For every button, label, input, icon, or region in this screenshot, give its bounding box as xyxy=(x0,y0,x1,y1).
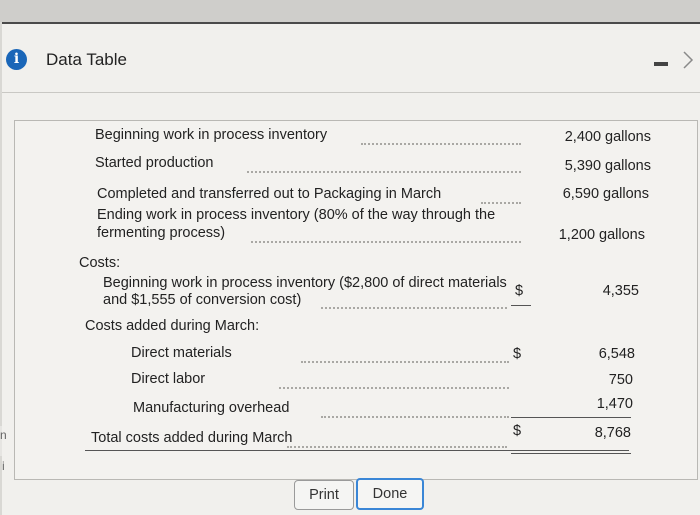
leader-dots xyxy=(279,387,509,389)
cost-value-total-added: 8,768 xyxy=(594,425,631,441)
cost-label-beginning-wip-line1: Beginning work in process inventory ($2,… xyxy=(103,275,507,291)
leader-dots xyxy=(287,446,507,448)
row-label-completed: Completed and transferred out to Packagi… xyxy=(97,186,442,202)
row-label-ending-wip-line2: fermenting process) xyxy=(97,225,226,241)
leader-dots xyxy=(361,143,521,145)
dialog-header: i Data Table xyxy=(2,24,700,94)
leader-dots xyxy=(321,416,509,418)
info-icon: i xyxy=(6,49,27,70)
background-edge-text: n xyxy=(0,428,7,442)
leader-dots xyxy=(247,171,521,173)
underline xyxy=(85,450,629,451)
currency-symbol: $ xyxy=(515,283,524,299)
currency-symbol: $ xyxy=(513,346,522,362)
underline xyxy=(511,305,531,306)
cost-value-manufacturing-overhead: 1,470 xyxy=(596,396,633,412)
cost-label-direct-materials: Direct materials xyxy=(131,345,232,361)
data-table: Beginning work in process inventory 2,40… xyxy=(14,120,698,480)
cost-label-direct-labor: Direct labor xyxy=(131,371,206,387)
costs-added-heading: Costs added during March: xyxy=(85,318,260,334)
dialog-title: Data Table xyxy=(46,50,127,69)
leader-dots xyxy=(321,307,507,309)
row-label-ending-wip-line1: Ending work in process inventory (80% of… xyxy=(97,207,496,223)
leader-dots xyxy=(481,202,521,204)
header-divider xyxy=(2,92,700,93)
costs-heading: Costs: xyxy=(79,255,121,271)
chevron-right-icon[interactable] xyxy=(682,50,694,70)
cost-label-manufacturing-overhead: Manufacturing overhead xyxy=(133,400,290,416)
currency-symbol: $ xyxy=(513,423,522,439)
background-edge-text: i xyxy=(2,459,5,473)
row-value-beginning-wip: 2,400 gallons xyxy=(564,129,651,145)
cost-label-beginning-wip-line2: and $1,555 of conversion cost) xyxy=(103,292,302,308)
double-underline xyxy=(511,453,631,454)
cost-value-beginning-wip: 4,355 xyxy=(602,283,639,299)
cost-value-direct-materials: 6,548 xyxy=(598,346,635,362)
leader-dots xyxy=(251,241,521,243)
print-button[interactable]: Print xyxy=(294,480,354,510)
cost-value-direct-labor: 750 xyxy=(608,372,633,388)
row-label-beginning-wip: Beginning work in process inventory xyxy=(95,127,328,143)
data-table-dialog: i Data Table Beginning work in process i… xyxy=(2,22,700,515)
cost-label-total-added: Total costs added during March xyxy=(91,430,293,446)
done-button[interactable]: Done xyxy=(356,478,424,510)
leader-dots xyxy=(301,361,509,363)
row-value-started-production: 5,390 gallons xyxy=(564,158,651,174)
top-strip xyxy=(0,0,700,22)
row-value-ending-wip: 1,200 gallons xyxy=(558,227,645,243)
minimize-icon[interactable] xyxy=(654,62,668,66)
underline xyxy=(511,417,631,418)
row-label-started-production: Started production xyxy=(95,155,214,171)
row-value-completed: 6,590 gallons xyxy=(562,186,649,202)
